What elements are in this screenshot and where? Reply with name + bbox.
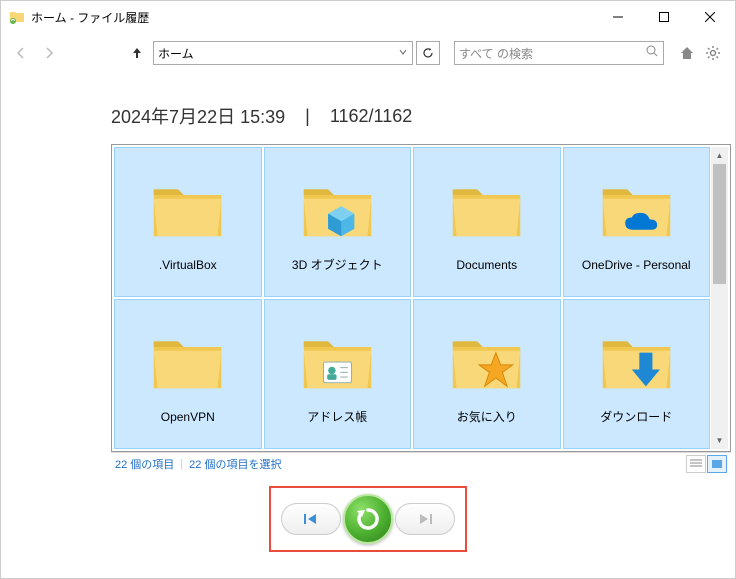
view-buttons bbox=[686, 455, 727, 473]
scroll-down-button[interactable]: ▼ bbox=[711, 432, 728, 449]
selected-count: 22 個の項目を選択 bbox=[189, 456, 281, 472]
file-browser: .VirtualBox 3D オブジェクト Documents OneDrive - … bbox=[111, 144, 731, 474]
navigation-controls bbox=[21, 486, 715, 552]
scrollbar[interactable]: ▲ ▼ bbox=[711, 147, 728, 449]
titlebar: ホーム - ファイル履歴 bbox=[1, 1, 735, 33]
folder-icon bbox=[148, 322, 228, 402]
folder-item[interactable]: Documents bbox=[413, 147, 561, 297]
folder-icon bbox=[297, 322, 377, 402]
folder-icon bbox=[596, 322, 676, 402]
address-bar[interactable]: ホーム bbox=[153, 41, 413, 65]
status-bar: 22 個の項目 | 22 個の項目を選択 bbox=[111, 452, 731, 474]
maximize-button[interactable] bbox=[641, 2, 687, 32]
folder-label: .VirtualBox bbox=[159, 258, 217, 274]
folder-item[interactable]: OpenVPN bbox=[114, 299, 262, 449]
item-grid: .VirtualBox 3D オブジェクト Documents OneDrive - … bbox=[114, 147, 728, 449]
previous-version-button[interactable] bbox=[281, 503, 341, 535]
item-count: 22 個の項目 bbox=[115, 456, 174, 472]
folder-label: OpenVPN bbox=[161, 410, 215, 426]
gear-icon[interactable] bbox=[702, 42, 724, 64]
scroll-thumb[interactable] bbox=[713, 164, 726, 284]
backup-timestamp: 2024年7月22日 15:39 bbox=[111, 103, 285, 129]
search-icon bbox=[645, 44, 659, 63]
folder-label: ダウンロード bbox=[600, 410, 672, 426]
folder-icon bbox=[148, 170, 228, 250]
search-input[interactable]: すべて の検索 bbox=[454, 41, 664, 65]
window-title: ホーム - ファイル履歴 bbox=[31, 9, 595, 26]
up-button[interactable] bbox=[125, 41, 149, 65]
refresh-button[interactable] bbox=[416, 41, 440, 65]
next-version-button[interactable] bbox=[395, 503, 455, 535]
thumbnail-view-button[interactable] bbox=[707, 455, 727, 473]
folder-label: アドレス帳 bbox=[307, 410, 367, 426]
window-controls bbox=[595, 2, 733, 32]
separator: | bbox=[305, 106, 310, 127]
back-button[interactable] bbox=[9, 41, 33, 65]
folder-icon bbox=[297, 170, 377, 250]
home-icon[interactable] bbox=[676, 42, 698, 64]
folder-item[interactable]: .VirtualBox bbox=[114, 147, 262, 297]
folder-label: OneDrive - Personal bbox=[582, 258, 691, 274]
folder-label: お気に入り bbox=[457, 410, 517, 426]
folder-icon bbox=[447, 322, 527, 402]
folder-label: 3D オブジェクト bbox=[292, 258, 383, 274]
forward-button[interactable] bbox=[37, 41, 61, 65]
folder-item[interactable]: 3D オブジェクト bbox=[264, 147, 412, 297]
folder-item[interactable]: OneDrive - Personal bbox=[563, 147, 711, 297]
address-text: ホーム bbox=[158, 45, 398, 62]
chevron-down-icon[interactable] bbox=[398, 46, 408, 60]
folder-icon bbox=[596, 170, 676, 250]
folder-label: Documents bbox=[456, 258, 517, 274]
main-content: 2024年7月22日 15:39 | 1162/1162 .VirtualBox… bbox=[1, 73, 735, 552]
scroll-track[interactable] bbox=[711, 284, 728, 432]
app-icon bbox=[9, 9, 25, 25]
details-view-button[interactable] bbox=[686, 455, 706, 473]
close-button[interactable] bbox=[687, 2, 733, 32]
minimize-button[interactable] bbox=[595, 2, 641, 32]
version-counter: 1162/1162 bbox=[330, 106, 412, 127]
folder-item[interactable]: アドレス帳 bbox=[264, 299, 412, 449]
controls-highlight bbox=[269, 486, 467, 552]
toolbar: ホーム すべて の検索 bbox=[1, 33, 735, 73]
timestamp-row: 2024年7月22日 15:39 | 1162/1162 bbox=[21, 73, 715, 144]
folder-item[interactable]: お気に入り bbox=[413, 299, 561, 449]
scroll-up-button[interactable]: ▲ bbox=[711, 147, 728, 164]
folder-icon bbox=[447, 170, 527, 250]
search-placeholder: すべて の検索 bbox=[459, 45, 645, 62]
restore-button[interactable] bbox=[343, 494, 393, 544]
status-separator: | bbox=[180, 458, 183, 470]
folder-item[interactable]: ダウンロード bbox=[563, 299, 711, 449]
